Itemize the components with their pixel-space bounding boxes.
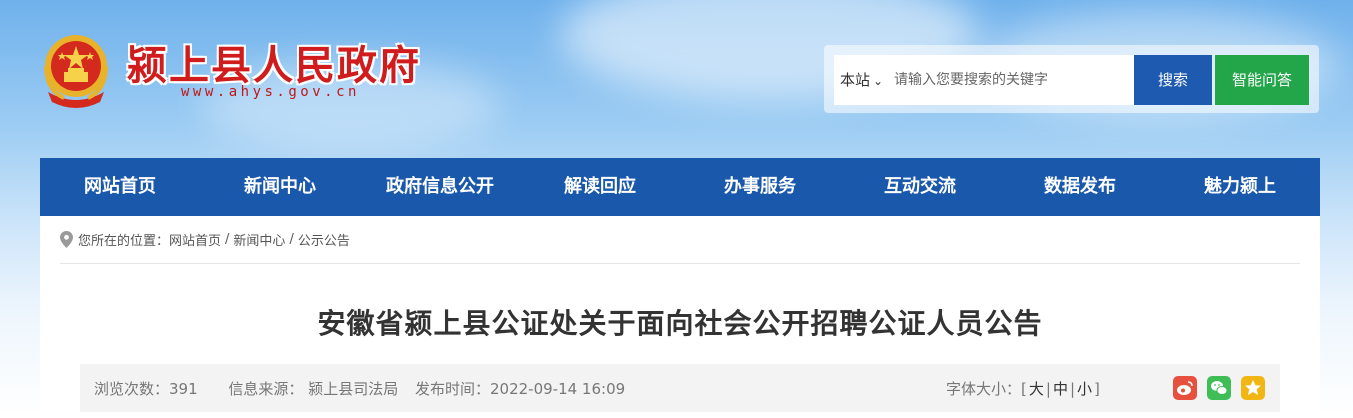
site-title[interactable]: 颍上县人民政府: [127, 33, 421, 91]
location-pin-icon: [60, 231, 73, 248]
breadcrumb: 您所在的位置： 网站首页 / 新闻中心 / 公示公告: [60, 230, 350, 249]
nav-item-services[interactable]: 办事服务: [680, 158, 840, 216]
search-scope-label: 本站: [840, 71, 871, 89]
breadcrumb-separator: /: [225, 232, 230, 247]
nav-item-gov-info[interactable]: 政府信息公开: [360, 158, 520, 216]
breadcrumb-prefix: 您所在的位置：: [78, 234, 170, 249]
nav-item-data[interactable]: 数据发布: [1000, 158, 1160, 216]
article-meta-bar: 浏览次数：391 信息来源： 颍上县司法局 发布时间：2022-09-14 16…: [80, 364, 1280, 412]
favorite-button[interactable]: [1241, 376, 1265, 400]
search-button[interactable]: 搜索: [1134, 55, 1212, 105]
main-nav: 网站首页 新闻中心 政府信息公开 解读回应 办事服务 互动交流 数据发布 魅力颍…: [40, 158, 1320, 216]
font-size-large[interactable]: 大: [1027, 380, 1046, 398]
nav-item-charm[interactable]: 魅力颍上: [1160, 158, 1320, 216]
weibo-icon: [1177, 381, 1193, 395]
view-count: 浏览次数：391: [94, 380, 198, 398]
breadcrumb-separator: /: [289, 232, 294, 247]
content-panel: 您所在的位置： 网站首页 / 新闻中心 / 公示公告 安徽省颍上县公证处关于面向…: [40, 216, 1320, 418]
wechat-icon: [1211, 381, 1228, 395]
search-scope-select[interactable]: 本站 ⌄: [834, 55, 890, 105]
info-source: 信息来源： 颍上县司法局: [228, 380, 399, 398]
search-input[interactable]: [890, 55, 1134, 105]
font-size-small[interactable]: 小: [1075, 380, 1094, 398]
ai-qa-button[interactable]: 智能问答: [1215, 55, 1309, 105]
nav-item-home[interactable]: 网站首页: [40, 158, 200, 216]
national-emblem-icon: [44, 35, 108, 108]
publish-time: 发布时间：2022-09-14 16:09: [414, 380, 626, 398]
breadcrumb-item-news[interactable]: 新闻中心: [233, 230, 285, 249]
font-size-label: 字体大小：: [946, 380, 1022, 398]
nav-item-interpretation[interactable]: 解读回应: [520, 158, 680, 216]
article-title: 安徽省颍上县公证处关于面向社会公开招聘公证人员公告: [317, 307, 1043, 340]
font-size-control: 字体大小：[大 | 中 | 小]: [946, 380, 1100, 398]
chevron-down-icon: ⌄: [873, 74, 884, 88]
wechat-share-button[interactable]: [1207, 376, 1231, 400]
star-icon: [1245, 380, 1261, 395]
breadcrumb-item-home[interactable]: 网站首页: [169, 230, 221, 249]
divider: [60, 263, 1300, 264]
nav-item-news[interactable]: 新闻中心: [200, 158, 360, 216]
breadcrumb-item-notice[interactable]: 公示公告: [298, 230, 350, 249]
site-url: www.ahys.gov.cn: [181, 84, 360, 100]
search-bar: 本站⌄ 搜索 智能问答: [824, 45, 1319, 113]
font-size-medium[interactable]: 中: [1051, 380, 1070, 398]
nav-item-interaction[interactable]: 互动交流: [840, 158, 1000, 216]
weibo-share-button[interactable]: [1173, 376, 1197, 400]
